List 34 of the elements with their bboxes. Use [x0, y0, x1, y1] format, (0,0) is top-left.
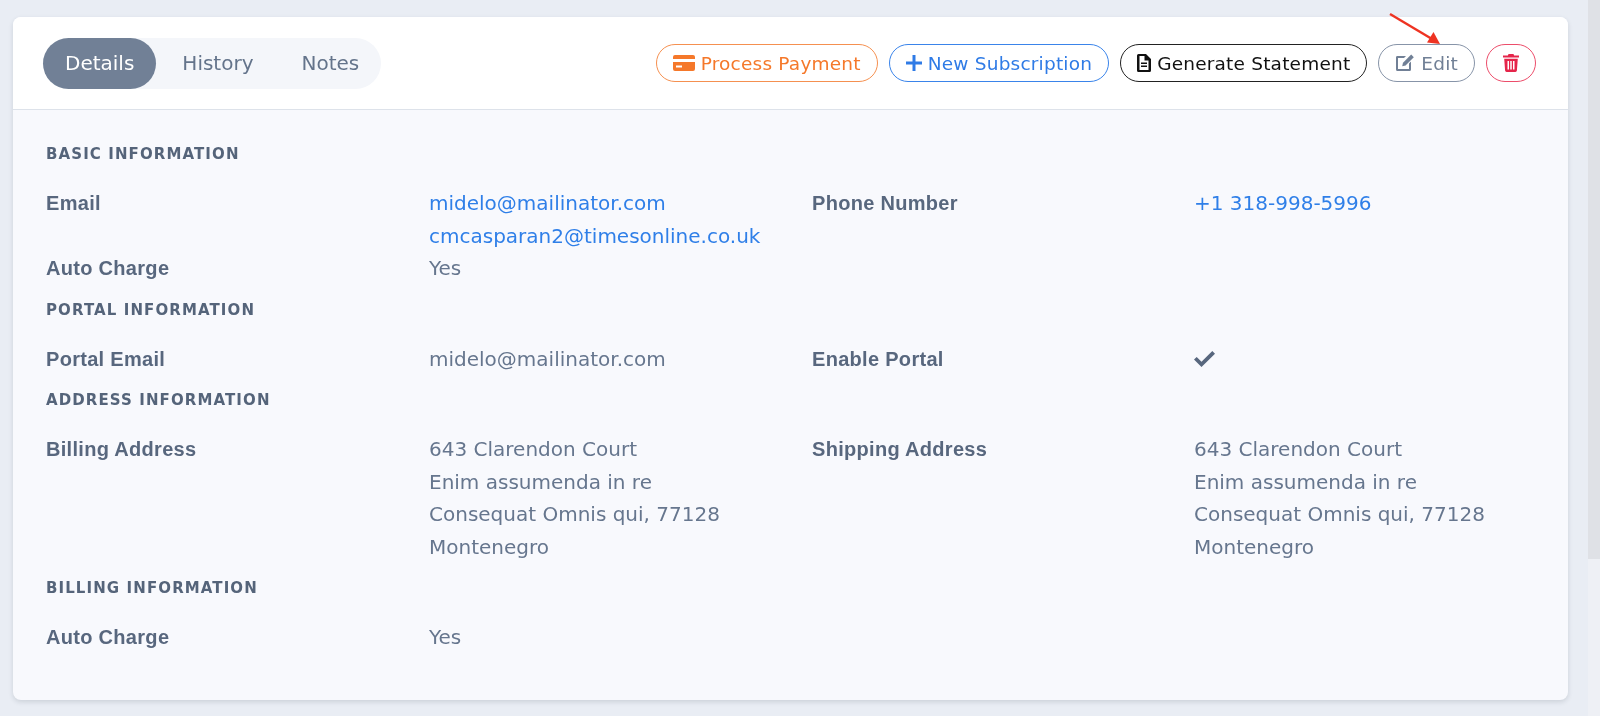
annotation-arrow: [1388, 12, 1442, 46]
section-heading: ADDRESS INFORMATION: [46, 390, 271, 410]
address-text: 643 Clarendon Court Enim assumenda in re Consequat Omnis qui, 77128 Montenegro: [429, 436, 720, 561]
field-label: Enable Portal: [812, 346, 944, 372]
field-label: Auto Charge: [46, 625, 170, 650]
field-value: Yes: [429, 624, 462, 651]
credit-card-icon: [672, 55, 695, 71]
document-icon: [1137, 54, 1152, 72]
address-text: 643 Clarendon Court Enim assumenda in re Consequat Omnis qui, 77128 Montenegro: [1194, 436, 1485, 561]
section-heading: BILLING INFORMATION: [46, 578, 258, 598]
tab[interactable]: Details: [43, 37, 157, 89]
section-heading: PORTAL INFORMATION: [46, 299, 256, 320]
value-link[interactable]: cmcasparan2@timesonline.co.uk: [429, 219, 761, 252]
plus-icon: [905, 55, 922, 71]
field-label: Email: [46, 191, 101, 216]
value-link[interactable]: +1 318-998-5996: [1194, 187, 1372, 220]
section-heading: BASIC INFORMATION: [46, 144, 240, 164]
tab[interactable]: History: [160, 37, 276, 89]
value-link[interactable]: midelo@mailinator.com: [429, 187, 666, 220]
field-label: Portal Email: [46, 346, 166, 372]
field-label: Phone Number: [812, 191, 958, 216]
trash-icon: [1503, 54, 1519, 72]
field-value: midelo@mailinator.com: [429, 345, 666, 373]
field-label: Billing Address: [46, 437, 197, 462]
field-label: Auto Charge: [46, 256, 170, 281]
payment-button[interactable]: Process Payment: [655, 44, 878, 82]
subscription-button[interactable]: New Subscription: [888, 44, 1110, 82]
field-value: Yes: [429, 255, 462, 282]
edit-icon: [1395, 54, 1416, 72]
statement-button[interactable]: Generate Statement: [1120, 44, 1368, 82]
edit-button[interactable]: Edit: [1378, 44, 1475, 82]
tab[interactable]: Notes: [279, 37, 382, 89]
field-label: Shipping Address: [812, 437, 988, 462]
delete-button[interactable]: [1486, 44, 1536, 82]
